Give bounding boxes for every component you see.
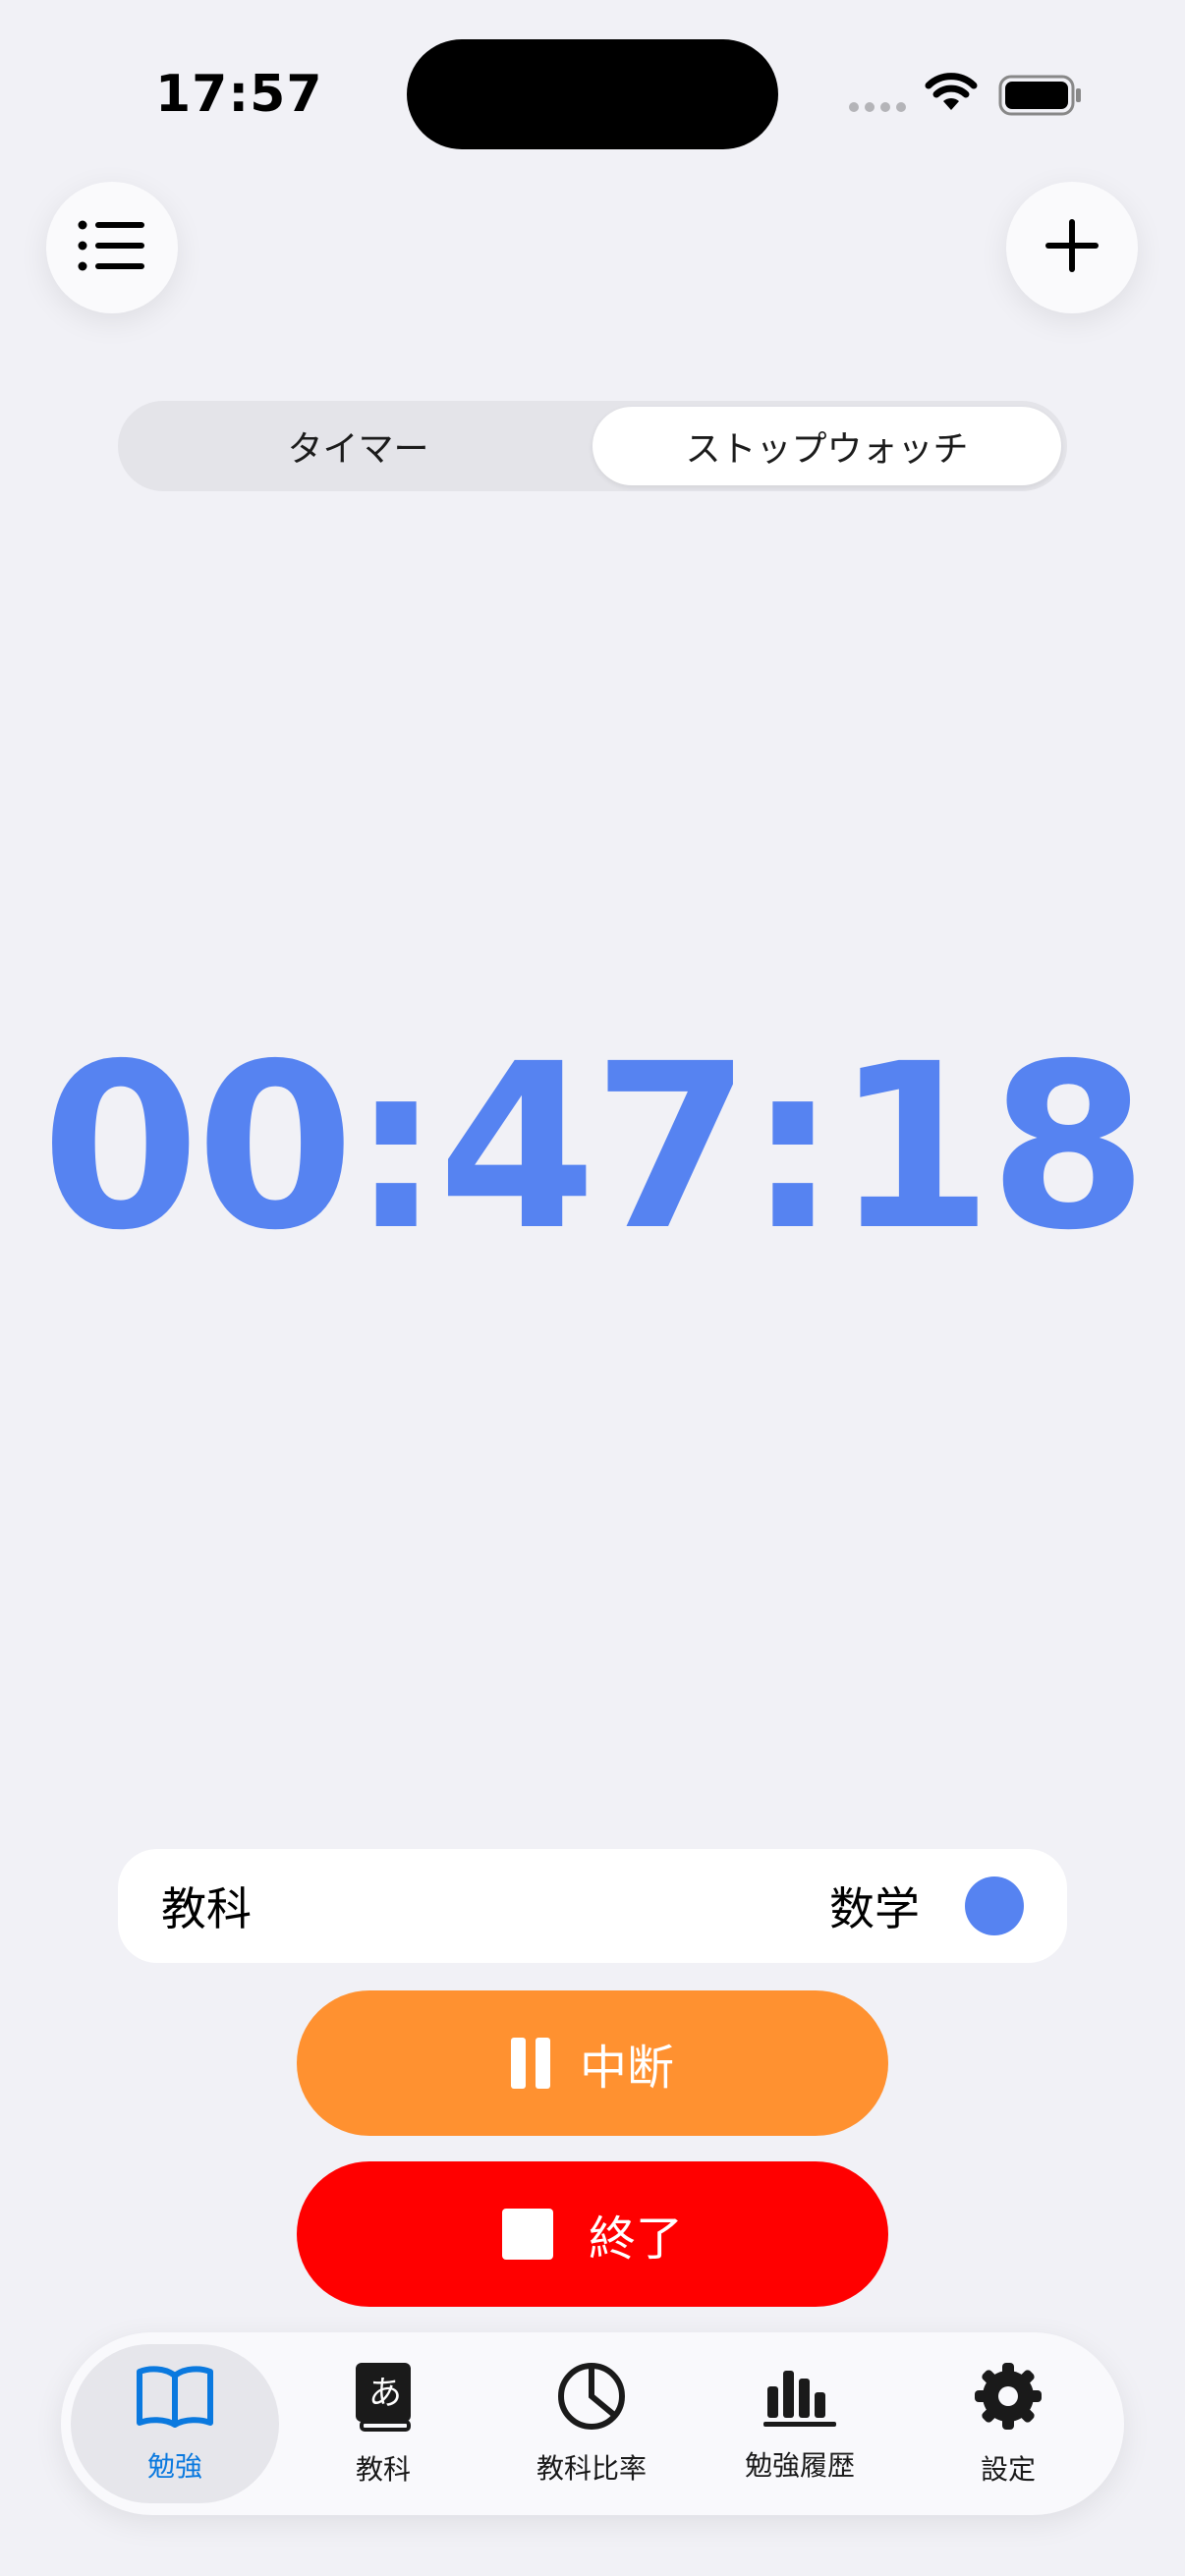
tab-bar: 勉強 あ 教科 教科比率 勉強履歴 設定 [61, 2332, 1124, 2515]
tab-subjects[interactable]: あ 教科 [279, 2344, 487, 2503]
book-icon [136, 2364, 214, 2445]
dynamic-island [407, 39, 778, 149]
status-time: 17:57 [155, 65, 323, 124]
tab-subject-ratio[interactable]: 教科比率 [487, 2344, 696, 2503]
stop-icon [501, 2209, 553, 2260]
bar-chart-icon [762, 2365, 838, 2444]
tab-label: 勉強履歴 [744, 2448, 855, 2482]
mode-segmented-control: タイマー ストップウォッチ [118, 401, 1067, 491]
tab-settings[interactable]: 設定 [904, 2344, 1112, 2503]
gear-icon [973, 2361, 1044, 2448]
segment-stopwatch[interactable]: ストップウォッチ [592, 407, 1061, 485]
tab-study-history[interactable]: 勉強履歴 [696, 2344, 904, 2503]
tab-label: 設定 [980, 2452, 1036, 2486]
tab-label: 勉強 [146, 2449, 202, 2483]
subject-value: 数学 [829, 1882, 920, 1935]
stop-button[interactable]: 終了 [297, 2161, 888, 2307]
add-button[interactable] [1006, 182, 1138, 313]
stop-label: 終了 [588, 2212, 683, 2267]
pause-icon [510, 2038, 550, 2089]
subject-label: 教科 [161, 1882, 252, 1935]
pause-label: 中断 [579, 2041, 674, 2096]
dictionary-icon: あ [354, 2361, 413, 2448]
tab-study[interactable]: 勉強 [71, 2344, 279, 2503]
tab-label: 教科比率 [536, 2451, 647, 2485]
pause-button[interactable]: 中断 [297, 1990, 888, 2136]
subject-color-dot [965, 1876, 1024, 1935]
subject-selector[interactable]: 教科 数学 [118, 1849, 1067, 1963]
plus-icon [1044, 217, 1100, 278]
segment-timer[interactable]: タイマー [124, 407, 592, 485]
tab-label: 教科 [355, 2452, 411, 2486]
stopwatch-display: 00:47:18 [40, 1015, 1148, 1280]
list-icon [78, 220, 146, 275]
svg-text:あ: あ [368, 2374, 402, 2413]
battery-icon [998, 75, 1083, 120]
cellular-signal-icon [849, 102, 906, 112]
pie-chart-icon [557, 2362, 626, 2447]
wifi-icon [924, 73, 979, 118]
list-button[interactable] [46, 182, 178, 313]
